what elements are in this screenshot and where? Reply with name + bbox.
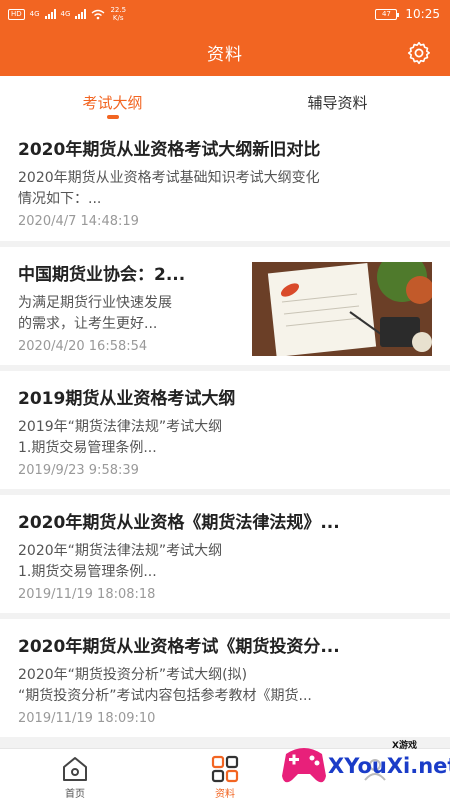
battery-level: 47 xyxy=(381,9,391,18)
grid-icon xyxy=(211,755,239,783)
watermark-brand: XYouXi.net xyxy=(328,754,450,778)
article-summary: 2020年“期货投资分析”考试大纲(拟) “期货投资分析”考试内容包括参考教材《… xyxy=(18,665,432,707)
article-summary: 为满足期货行业快速发展 的需求，让考生更好... xyxy=(18,293,232,335)
article-thumbnail xyxy=(252,262,432,356)
article-card[interactable]: 2020年期货从业资格《期货法律法规》... 2020年“期货法律法规”考试大纲… xyxy=(0,495,450,613)
article-list: 2020年期货从业资格考试大纲新旧对比 2020年期货从业资格考试基础知识考试大… xyxy=(0,122,450,743)
tab-exam-outline[interactable]: 考试大纲 xyxy=(0,76,225,122)
article-date: 2019/9/23 9:58:39 xyxy=(18,463,139,478)
speed-unit: K/s xyxy=(112,14,124,22)
watermark-tag: X游戏 xyxy=(392,741,417,751)
title-row: 资料 xyxy=(0,28,450,76)
signal-icon-2 xyxy=(75,9,87,19)
gear-icon[interactable] xyxy=(406,40,432,66)
nav-label: 资料 xyxy=(215,789,235,800)
clock: 10:25 xyxy=(405,7,440,21)
summary-line: 2020年期货从业资格考试基础知识考试大纲变化 xyxy=(18,170,320,186)
article-summary: 2020年“期货法律法规”考试大纲 1.期货交易管理条例... xyxy=(18,541,432,583)
nav-label: 首页 xyxy=(65,789,85,800)
page-title: 资料 xyxy=(207,44,243,65)
summary-line: 的需求，让考生更好... xyxy=(18,316,158,332)
article-title: 2019期货从业资格考试大纲 xyxy=(18,389,236,409)
summary-line: 2020年“期货法律法规”考试大纲 xyxy=(18,543,223,559)
tab-study-materials[interactable]: 辅导资料 xyxy=(225,76,450,122)
nav-home[interactable]: 首页 xyxy=(0,749,150,800)
article-title: 中国期货业协会：2... xyxy=(18,265,186,285)
article-date: 2020/4/7 14:48:19 xyxy=(18,214,139,229)
status-right: 47 10:25 xyxy=(375,7,440,21)
article-date: 2019/11/19 18:08:18 xyxy=(18,587,156,602)
summary-line: “期货投资分析”考试内容包括参考教材《期货... xyxy=(18,688,312,704)
signal-label-2: 4G xyxy=(60,10,71,18)
status-bar: HD 4G 4G 22.5 K/s 47 10:25 xyxy=(0,0,450,28)
tab-label: 辅导资料 xyxy=(307,94,368,112)
article-summary: 2020年期货从业资格考试基础知识考试大纲变化 情况如下：... xyxy=(18,168,432,210)
battery-icon: 47 xyxy=(375,8,400,20)
tab-bar: 考试大纲 辅导资料 xyxy=(0,76,450,122)
summary-line: 为满足期货行业快速发展 xyxy=(18,295,172,311)
article-date: 2019/11/19 18:09:10 xyxy=(18,711,156,726)
summary-line: 2020年“期货投资分析”考试大纲(拟) xyxy=(18,667,248,683)
summary-line: 1.期货交易管理条例... xyxy=(18,564,157,580)
summary-line: 情况如下：... xyxy=(18,191,102,207)
article-card[interactable]: 2020年期货从业资格考试《期货投资分... 2020年“期货投资分析”考试大纲… xyxy=(0,619,450,737)
article-title: 2020年期货从业资格《期货法律法规》... xyxy=(18,513,340,533)
network-speed: 22.5 K/s xyxy=(110,6,126,22)
wifi-icon xyxy=(91,9,105,19)
summary-line: 1.期货交易管理条例... xyxy=(18,440,157,456)
gamepad-logo-icon xyxy=(282,748,326,783)
article-summary: 2019年“期货法律法规”考试大纲 1.期货交易管理条例... xyxy=(18,417,432,459)
status-left: HD 4G 4G 22.5 K/s xyxy=(8,6,126,22)
tab-label: 考试大纲 xyxy=(82,94,143,112)
article-card[interactable]: 中国期货业协会：2... 为满足期货行业快速发展 的需求，让考生更好... 20… xyxy=(0,247,450,365)
summary-line: 2019年“期货法律法规”考试大纲 xyxy=(18,419,223,435)
home-icon xyxy=(63,757,87,781)
network-badge: HD xyxy=(8,8,25,20)
app-bar: HD 4G 4G 22.5 K/s 47 10:25 资料 xyxy=(0,0,450,76)
article-card[interactable]: 2019期货从业资格考试大纲 2019年“期货法律法规”考试大纲 1.期货交易管… xyxy=(0,371,450,489)
article-card[interactable]: 2020年期货从业资格考试大纲新旧对比 2020年期货从业资格考试基础知识考试大… xyxy=(0,122,450,241)
active-tab-indicator xyxy=(106,115,119,119)
signal-icon xyxy=(44,9,56,19)
article-title: 2020年期货从业资格考试大纲新旧对比 xyxy=(18,140,321,160)
signal-label-1: 4G xyxy=(29,10,40,18)
watermark: X游戏 XYouXi.net xyxy=(276,732,450,796)
article-title: 2020年期货从业资格考试《期货投资分... xyxy=(18,637,340,657)
speed-value: 22.5 xyxy=(110,6,127,14)
